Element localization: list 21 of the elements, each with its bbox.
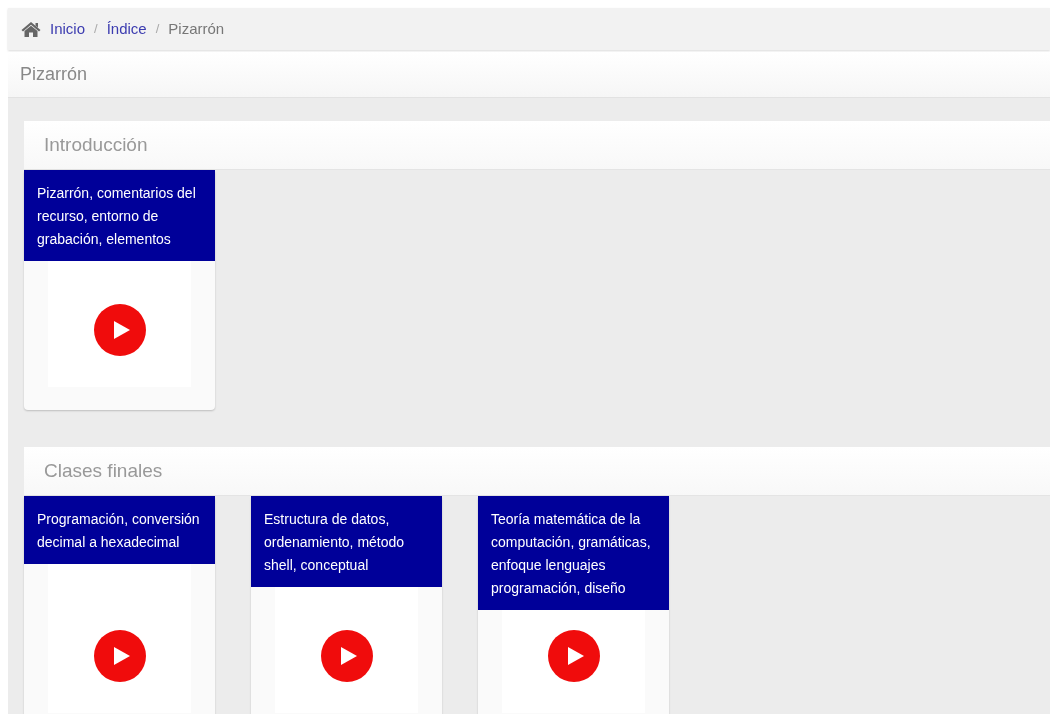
play-icon[interactable] (320, 630, 373, 682)
breadcrumb-separator: / (94, 20, 98, 39)
breadcrumb-link[interactable]: Inicio (50, 17, 86, 41)
page-title: Pizarrón (20, 63, 88, 86)
play-icon[interactable] (547, 630, 600, 682)
video-card[interactable]: Programación, conversión decimal a hexadecimal (24, 496, 215, 714)
breadcrumb-separator: / (155, 20, 160, 39)
play-icon[interactable] (93, 304, 146, 356)
card-title: Estructura de datos, ordenamiento, método shell, conceptual (251, 496, 442, 587)
video-card[interactable]: Teoría matemática de la computación, gramáticas, enfoque lenguajes programación, diseño (478, 496, 669, 714)
play-icon[interactable] (93, 630, 146, 682)
video-card[interactable]: Pizarrón, comentarios del recurso, entorno de grabación, elementos (24, 170, 215, 410)
breadcrumb-current: Pizarrón (168, 18, 225, 39)
card-title: Programación, conversión decimal a hexadecimal (24, 496, 215, 564)
section-title: Introducción (44, 132, 148, 157)
breadcrumb-link[interactable]: Índice (106, 17, 147, 41)
home-icon[interactable] (21, 21, 41, 37)
card-title: Pizarrón, comentarios del recurso, entorno de grabación, elementos (24, 170, 215, 261)
video-card[interactable]: Estructura de datos, ordenamiento, método shell, conceptual (251, 496, 442, 714)
card-title: Teoría matemática de la computación, gramáticas, enfoque lenguajes programación, diseño (478, 496, 669, 610)
section-title: Clases finales (44, 458, 163, 483)
